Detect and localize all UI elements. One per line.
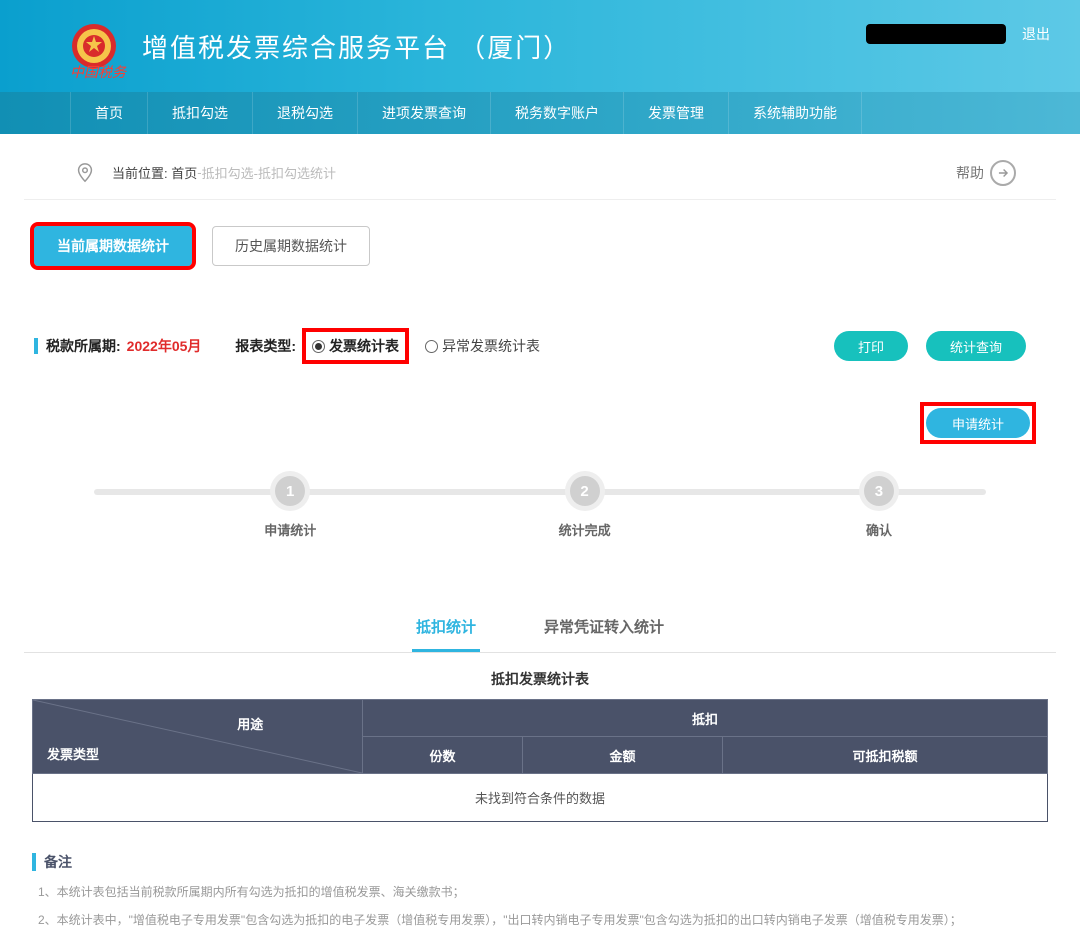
nav-input-query[interactable]: 进项发票查询 <box>358 92 491 134</box>
radio-icon <box>312 340 325 353</box>
radio-invoice-stat[interactable]: 发票统计表 <box>302 328 409 364</box>
radio-label-invoice: 发票统计表 <box>329 336 399 356</box>
report-type-label: 报表类型: <box>235 336 296 356</box>
print-button[interactable]: 打印 <box>834 331 908 361</box>
step-3-label: 确认 <box>866 520 892 539</box>
nav-tax-account[interactable]: 税务数字账户 <box>491 92 624 134</box>
tab-current-period[interactable]: 当前属期数据统计 <box>34 226 192 266</box>
th-diagonal: 用途 发票类型 <box>33 700 363 774</box>
subtab-exception-transfer[interactable]: 异常凭证转入统计 <box>540 606 668 652</box>
section-bar-icon <box>34 338 38 354</box>
th-deduction: 抵扣 <box>363 700 1048 737</box>
header-banner: 中国税务 增值税发票综合服务平台 （厦门） 退出 <box>0 0 1080 92</box>
empty-message: 未找到符合条件的数据 <box>33 774 1048 822</box>
step-1-label: 申请统计 <box>264 520 316 539</box>
step-indicator: 1 申请统计 2 统计完成 3 确认 <box>94 476 986 536</box>
radio-label-exception: 异常发票统计表 <box>442 336 540 356</box>
breadcrumb-home[interactable]: 首页 <box>171 163 197 182</box>
tab-history-period[interactable]: 历史属期数据统计 <box>212 226 370 266</box>
th-deductible-tax: 可抵扣税额 <box>723 737 1048 774</box>
th-use-label: 用途 <box>237 714 263 733</box>
period-label: 税款所属期: <box>46 336 121 356</box>
remark-line-2: 2、本统计表中，"增值税电子专用发票"包含勾选为抵扣的电子发票（增值税专用发票）… <box>38 910 1056 931</box>
logo-script: 中国税务 <box>70 62 126 82</box>
main-nav: 首页 抵扣勾选 退税勾选 进项发票查询 税务数字账户 发票管理 系统辅助功能 <box>0 92 1080 134</box>
th-count: 份数 <box>363 737 523 774</box>
th-amount: 金额 <box>523 737 723 774</box>
query-button[interactable]: 统计查询 <box>926 331 1026 361</box>
arrow-right-icon <box>990 160 1016 186</box>
radio-exception-stat[interactable]: 异常发票统计表 <box>419 332 546 360</box>
stat-table: 用途 发票类型 抵扣 份数 金额 可抵扣税额 未找到符合条件的数据 <box>32 699 1048 822</box>
radio-icon <box>425 340 438 353</box>
nav-deduction[interactable]: 抵扣勾选 <box>148 92 253 134</box>
th-type-label: 发票类型 <box>47 744 99 763</box>
user-info-block <box>866 24 1006 44</box>
page-title: 增值税发票综合服务平台 （厦门） <box>142 28 571 65</box>
section-bar-icon <box>32 853 36 871</box>
breadcrumb-path: 抵扣勾选-抵扣勾选统计 <box>202 163 336 182</box>
location-icon <box>74 162 96 184</box>
nav-refund[interactable]: 退税勾选 <box>253 92 358 134</box>
nav-invoice-mgmt[interactable]: 发票管理 <box>624 92 729 134</box>
step-1-circle: 1 <box>275 476 305 506</box>
remarks-title: 备注 <box>44 852 72 872</box>
breadcrumb-label: 当前位置: <box>112 163 168 182</box>
step-3-circle: 3 <box>864 476 894 506</box>
step-2-label: 统计完成 <box>559 520 611 539</box>
help-label: 帮助 <box>956 163 984 183</box>
step-2-circle: 2 <box>570 476 600 506</box>
nav-system-aux[interactable]: 系统辅助功能 <box>729 92 862 134</box>
logout-link[interactable]: 退出 <box>1022 24 1050 44</box>
apply-stat-button[interactable]: 申请统计 <box>926 408 1030 438</box>
nav-home[interactable]: 首页 <box>70 92 148 134</box>
breadcrumb: 当前位置: 首页 - 抵扣勾选-抵扣勾选统计 帮助 <box>24 146 1056 200</box>
subtab-deduction-stat[interactable]: 抵扣统计 <box>412 606 480 652</box>
table-title: 抵扣发票统计表 <box>24 669 1056 689</box>
period-value: 2022年05月 <box>127 336 202 356</box>
remark-line-1: 1、本统计表包括当前税款所属期内所有勾选为抵扣的增值税发票、海关缴款书； <box>38 882 1056 904</box>
help-link[interactable]: 帮助 <box>956 160 1016 186</box>
table-empty-row: 未找到符合条件的数据 <box>33 774 1048 822</box>
